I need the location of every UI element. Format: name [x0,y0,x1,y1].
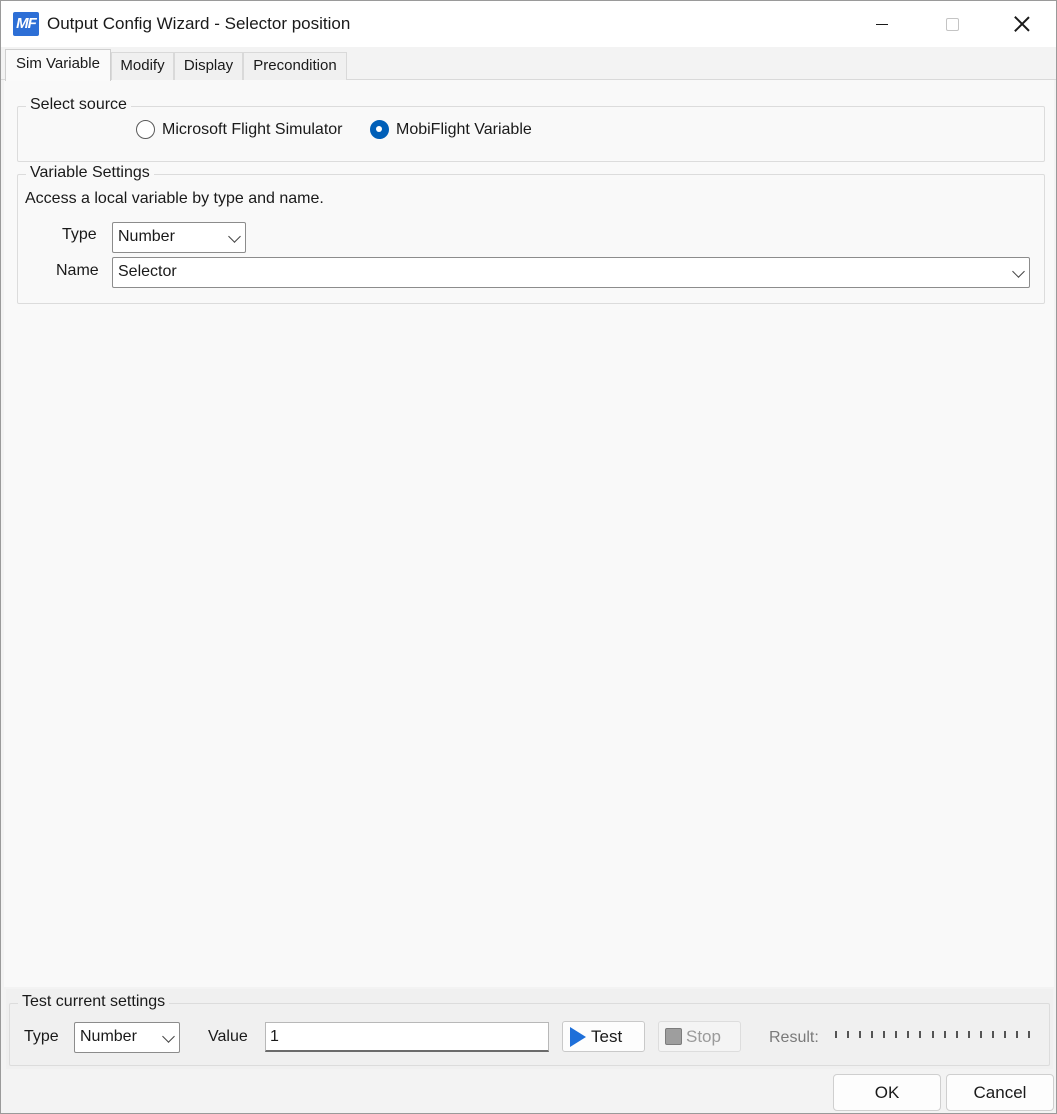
variable-type-select[interactable]: Number [112,222,246,253]
tab-sim-variable[interactable]: Sim Variable [5,49,111,81]
mobiflight-app-icon: MF [13,12,39,36]
result-tick [895,1031,898,1038]
select-source-group: Select source Microsoft Flight Simulator… [17,95,1045,162]
result-tick [907,1031,910,1038]
test-button-label: Test [591,1026,623,1046]
test-type-value: Number [80,1028,137,1045]
result-label: Result: [769,1029,819,1046]
ok-button[interactable]: OK [833,1074,941,1111]
variable-type-value: Number [118,228,175,245]
test-button[interactable]: Test [562,1021,645,1052]
test-settings-group: Test current settings Type Number Value … [9,992,1050,1066]
title-bar[interactable]: MF Output Config Wizard - Selector posit… [1,1,1056,47]
result-indicator [835,1031,1030,1041]
variable-name-combo[interactable]: Selector [112,257,1030,288]
type-label: Type [62,226,97,243]
result-tick [979,1031,982,1038]
radio-checked-icon[interactable] [370,120,389,139]
test-settings-legend: Test current settings [18,992,170,1012]
select-source-legend: Select source [26,95,131,115]
cancel-button[interactable]: Cancel [946,1074,1054,1111]
result-tick [835,1031,837,1038]
chevron-down-icon [1012,265,1025,278]
result-tick [967,1031,970,1038]
test-area: Test current settings Type Number Value … [6,989,1053,1069]
radio-unchecked-icon[interactable] [136,120,155,139]
chevron-down-icon [162,1030,175,1043]
variable-name-value: Selector [118,263,177,280]
radio-label: MobiFlight Variable [396,120,532,138]
result-tick [991,1031,994,1038]
radio-mobiflight-variable[interactable]: MobiFlight Variable [370,120,532,139]
maximize-icon [945,17,959,31]
maximize-button [917,1,987,47]
chevron-down-icon [228,230,241,243]
variable-settings-hint: Access a local variable by type and name… [25,190,324,207]
variable-settings-legend: Variable Settings [26,163,154,183]
play-icon [570,1026,586,1047]
variable-settings-group: Variable Settings Access a local variabl… [17,163,1045,304]
tab-precondition[interactable]: Precondition [243,52,347,80]
result-tick [859,1031,862,1038]
result-tick [919,1031,922,1038]
stop-icon [665,1028,682,1045]
tab-display[interactable]: Display [174,52,243,80]
tab-modify[interactable]: Modify [111,52,174,80]
test-value-input[interactable]: 1 [265,1022,549,1052]
minimize-button[interactable] [847,1,917,47]
test-type-label: Type [24,1028,59,1045]
radio-microsoft-flight-simulator[interactable]: Microsoft Flight Simulator [136,120,343,139]
result-tick [955,1031,958,1038]
result-tick [883,1031,886,1038]
minimize-icon [876,23,888,25]
result-tick [1028,1031,1030,1038]
result-tick [871,1031,874,1038]
dialog-window: MF Output Config Wizard - Selector posit… [0,0,1057,1114]
window-title: Output Config Wizard - Selector position [47,14,351,33]
sim-variable-tab-page: Select source Microsoft Flight Simulator… [4,80,1054,987]
tab-strip: Sim Variable Modify Display Precondition [1,47,1056,81]
result-tick [847,1031,850,1038]
test-type-select[interactable]: Number [74,1022,180,1053]
close-button[interactable] [987,1,1057,47]
result-tick [943,1031,946,1038]
close-icon [1014,16,1030,32]
radio-label: Microsoft Flight Simulator [162,120,343,138]
name-label: Name [56,262,99,279]
result-tick [1015,1031,1018,1038]
test-value-label: Value [208,1028,248,1045]
result-tick [931,1031,934,1038]
result-tick [1003,1031,1006,1038]
stop-button: Stop [658,1021,741,1052]
stop-button-label: Stop [686,1026,721,1046]
